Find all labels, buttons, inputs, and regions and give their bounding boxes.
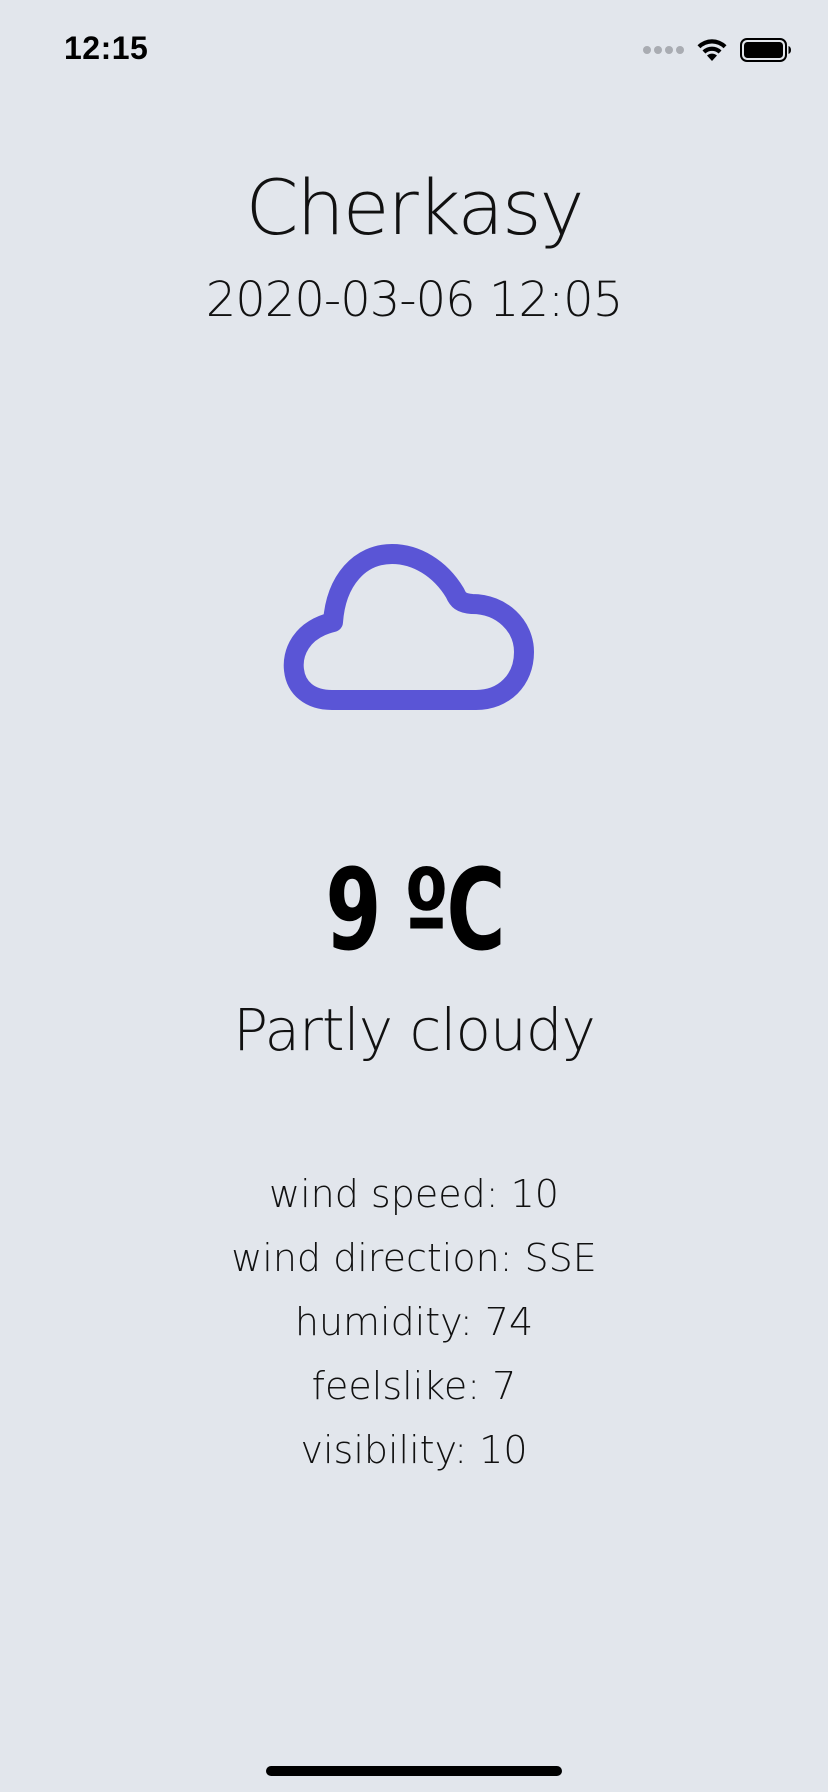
status-bar: 12:15 [0, 0, 828, 100]
home-indicator[interactable] [266, 1766, 562, 1776]
status-icons [643, 34, 792, 66]
visibility: visibility: 10 [300, 1428, 528, 1472]
wind-direction: wind direction: SSE [231, 1236, 597, 1280]
city-name: Cherkasy [245, 163, 584, 252]
humidity: humidity: 74 [294, 1300, 534, 1344]
temperature: 9 ºC [325, 846, 505, 976]
battery-icon [740, 38, 791, 62]
feels-like: feelslike: 7 [311, 1364, 517, 1408]
wifi-icon [697, 39, 727, 61]
weather-details: wind speed: 10 wind direction: SSE humid… [0, 1162, 828, 1482]
status-time: 12:15 [64, 30, 149, 66]
cloud-icon [283, 544, 534, 710]
wind-speed: wind speed: 10 [269, 1172, 559, 1216]
weather-condition: Partly cloudy [233, 996, 596, 1064]
observation-datetime: 2020-03-06 12:05 [205, 272, 624, 328]
signal-icon [643, 46, 684, 54]
